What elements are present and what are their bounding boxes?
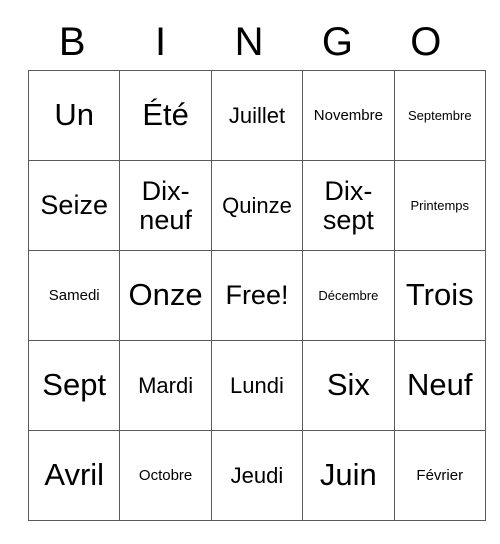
header-letter-o: O: [410, 20, 442, 64]
bingo-cell-label: Septembre: [407, 107, 472, 123]
bingo-row: Sept Mardi Lundi Six Neuf: [27, 340, 486, 431]
bingo-cell[interactable]: Septembre: [393, 70, 486, 161]
bingo-cell[interactable]: Juillet: [210, 70, 304, 161]
bingo-cell-label: Onze: [128, 277, 203, 313]
bingo-cell-label: Neuf: [407, 367, 473, 403]
bingo-cell-label: Été: [142, 97, 189, 133]
bingo-cell[interactable]: Dix-neuf: [119, 160, 212, 251]
bingo-cell-label: Mardi: [138, 372, 194, 398]
bingo-cell-label: Dix-sept: [322, 176, 374, 235]
bingo-cell[interactable]: Été: [119, 70, 212, 161]
bingo-cell-label: Novembre: [313, 106, 383, 124]
bingo-cell-label: Dix-neuf: [139, 176, 192, 235]
bingo-cell[interactable]: Onze: [119, 250, 212, 341]
bingo-cell-label: Jeudi: [230, 462, 284, 488]
bingo-cell-label: Sept: [42, 367, 107, 403]
bingo-cell[interactable]: Jeudi: [210, 430, 304, 521]
bingo-cell[interactable]: Six: [302, 340, 395, 431]
bingo-cell[interactable]: Quinze: [210, 160, 304, 251]
bingo-cell[interactable]: Novembre: [302, 70, 395, 161]
bingo-cell-label: Printemps: [410, 197, 470, 213]
bingo-cell-label: Un: [54, 97, 95, 133]
bingo-cell-label: Juillet: [228, 102, 286, 128]
bingo-cell-label: Seize: [40, 190, 108, 221]
bingo-cell-label: Lundi: [230, 372, 284, 398]
bingo-cell-label: Quinze: [222, 192, 292, 218]
bingo-row: Samedi Onze Free! Décembre Trois: [27, 250, 486, 341]
bingo-cell[interactable]: Février: [393, 430, 486, 521]
bingo-grid: Un Été Juillet Novembre Septembre Seize …: [27, 70, 486, 521]
bingo-free-label: Free!: [225, 280, 289, 311]
bingo-cell-label: Trois: [405, 277, 474, 313]
bingo-cell-label: Février: [416, 466, 464, 484]
header-letter-g: G: [321, 20, 353, 64]
header-letter-n: N: [234, 20, 264, 64]
bingo-cell-label: Juin: [319, 457, 377, 493]
bingo-cell[interactable]: Sept: [27, 340, 121, 431]
bingo-cell[interactable]: Avril: [27, 430, 121, 521]
bingo-cell-free[interactable]: Free!: [210, 250, 304, 341]
bingo-header: B I N G O: [28, 14, 470, 70]
header-letter-i: I: [155, 20, 167, 64]
bingo-cell-label: Six: [326, 367, 370, 403]
bingo-cell[interactable]: Mardi: [119, 340, 212, 431]
bingo-cell[interactable]: Octobre: [119, 430, 212, 521]
bingo-cell[interactable]: Trois: [393, 250, 486, 341]
bingo-cell[interactable]: Lundi: [210, 340, 304, 431]
bingo-card: B I N G O Un Été Juillet Novembre Septem…: [27, 14, 486, 521]
bingo-cell-label: Décembre: [318, 287, 379, 303]
bingo-cell[interactable]: Juin: [302, 430, 395, 521]
bingo-cell[interactable]: Neuf: [393, 340, 486, 431]
bingo-cell[interactable]: Dix-sept: [302, 160, 395, 251]
bingo-row: Un Été Juillet Novembre Septembre: [27, 70, 486, 161]
header-letter-b: B: [58, 20, 86, 64]
bingo-row: Seize Dix-neuf Quinze Dix-sept Printemps: [27, 160, 486, 251]
bingo-cell-label: Avril: [44, 457, 105, 493]
bingo-cell[interactable]: Décembre: [302, 250, 395, 341]
bingo-cell[interactable]: Seize: [27, 160, 121, 251]
bingo-cell-label: Octobre: [138, 466, 193, 484]
bingo-row: Avril Octobre Jeudi Juin Février: [27, 430, 486, 521]
bingo-cell[interactable]: Printemps: [393, 160, 486, 251]
bingo-cell-label: Samedi: [48, 286, 100, 304]
bingo-cell[interactable]: Samedi: [27, 250, 121, 341]
bingo-cell[interactable]: Un: [27, 70, 121, 161]
